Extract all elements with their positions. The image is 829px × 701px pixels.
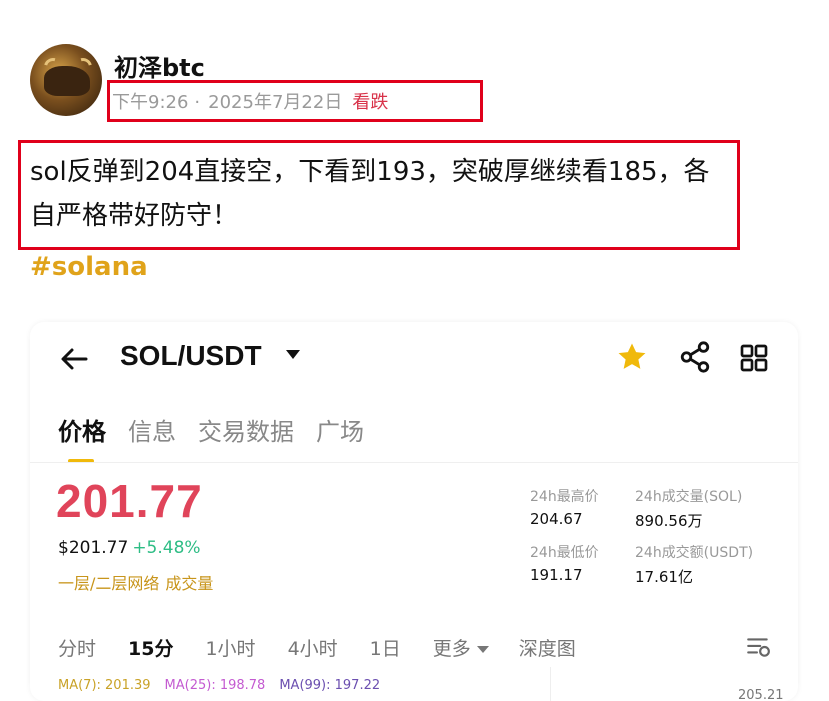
usd-price-line: $201.77 +5.48% <box>58 538 201 558</box>
post-text: sol反弹到204直接空，下看到193，突破厚继续看185，各自严格带好防守！ <box>30 157 710 231</box>
tab-square[interactable]: 广场 <box>316 412 364 447</box>
ma-indicators: MA(7): 201.39 MA(25): 198.78 MA(99): 197.2… <box>58 678 394 693</box>
tf-15m[interactable]: 15分 <box>128 638 173 660</box>
ma25-value: MA(25): 198.78 <box>164 678 266 693</box>
avatar[interactable] <box>30 44 102 116</box>
hashtag-link[interactable]: #solana <box>30 252 148 282</box>
chart-settings-icon[interactable] <box>745 634 771 660</box>
vol-sol-value: 890.56万 <box>635 512 703 530</box>
layer-tag[interactable]: 一层/二层网络 <box>58 574 159 593</box>
share-icon[interactable] <box>678 340 712 374</box>
tf-more[interactable]: 更多 <box>433 638 471 660</box>
low-label: 24h最低价 <box>530 545 599 561</box>
vol-sol-label: 24h成交量(SOL) <box>635 489 743 505</box>
tf-4h[interactable]: 4小时 <box>288 638 338 660</box>
pair-title[interactable]: SOL/USDT <box>120 340 262 372</box>
post-meta: 下午9:26 · 2025年7月22日 看跌 <box>112 88 388 114</box>
more-dropdown-icon[interactable] <box>476 646 489 653</box>
favorite-star-icon[interactable] <box>615 340 649 374</box>
high-label: 24h最高价 <box>530 489 599 505</box>
price-change: +5.48% <box>132 538 201 558</box>
vol-usdt-label: 24h成交额(USDT) <box>635 545 754 561</box>
chart-gridline <box>550 667 551 701</box>
grid-menu-icon[interactable] <box>738 342 770 374</box>
tf-depth[interactable]: 深度图 <box>519 638 576 660</box>
post-time: 下午9:26 <box>112 92 189 113</box>
high-value: 204.67 <box>530 510 583 528</box>
meta-separator-dot: · <box>194 92 201 113</box>
ma7-value: MA(7): 201.39 <box>58 678 151 693</box>
card-tabs: 价格 信息 交易数据 广场 <box>58 412 364 447</box>
tab-info[interactable]: 信息 <box>128 412 176 447</box>
username[interactable]: 初泽btc <box>114 48 205 83</box>
tab-trading-data[interactable]: 交易数据 <box>198 412 294 447</box>
back-arrow-icon[interactable] <box>58 342 92 376</box>
tf-1h[interactable]: 1小时 <box>205 638 255 660</box>
post-date: 2025年7月22日 <box>208 92 343 113</box>
usd-price: $201.77 <box>58 538 129 558</box>
last-price: 201.77 <box>56 475 203 527</box>
price-axis-label: 205.21 <box>738 688 784 701</box>
tf-line[interactable]: 分时 <box>58 638 96 660</box>
tabs-divider <box>30 462 798 463</box>
pair-dropdown-icon[interactable] <box>286 350 300 359</box>
vol-usdt-value: 17.61亿 <box>635 568 693 586</box>
volume-tag[interactable]: 成交量 <box>165 574 213 593</box>
tf-1d[interactable]: 1日 <box>370 638 401 660</box>
low-value: 191.17 <box>530 566 583 584</box>
sentiment-tag[interactable]: 看跌 <box>352 92 388 113</box>
category-tags: 一层/二层网络 成交量 <box>58 570 213 594</box>
ma99-value: MA(99): 197.22 <box>279 678 381 693</box>
tab-price[interactable]: 价格 <box>58 412 106 447</box>
trading-card[interactable]: SOL/USDT 价格 信息 交易数据 广场 201.77 $201.77 +5. <box>30 322 798 701</box>
timeframe-bar: 分时 15分 1小时 4小时 1日 更多 深度图 <box>58 634 608 661</box>
